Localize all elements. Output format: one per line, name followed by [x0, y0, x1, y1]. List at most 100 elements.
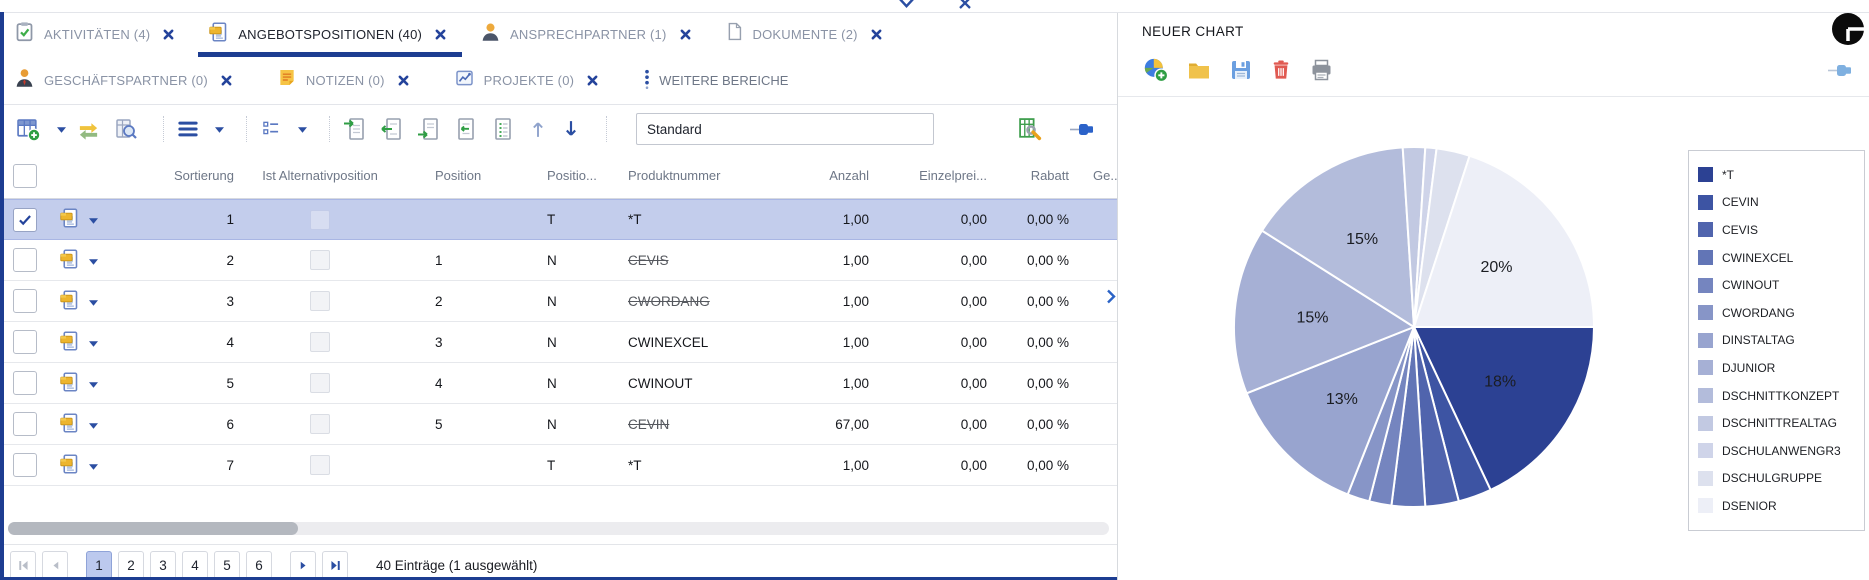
open-chart-icon[interactable] — [1186, 58, 1212, 82]
legend-item-cwinout[interactable]: CWINOUT — [1698, 271, 1855, 299]
row-checkbox[interactable] — [13, 412, 37, 436]
column-header-sortierung[interactable]: Sortierung — [132, 168, 240, 183]
table-row[interactable]: 65NCEVIN67,000,000,00 % — [0, 404, 1117, 445]
column-header-anzahl[interactable]: Anzahl — [800, 168, 875, 183]
more-areas-button[interactable]: WEITERE BEREICHE — [643, 68, 788, 93]
view-name-input[interactable] — [636, 113, 934, 145]
legend-item-dschnittrealtag[interactable]: DSCHNITTREALTAG — [1698, 409, 1855, 437]
tab-close-icon[interactable] — [680, 29, 691, 40]
tab-projekte-0[interactable]: PROJEKTE (0) — [454, 68, 599, 93]
menu-lines-icon[interactable] — [177, 120, 199, 138]
insert-position-into-icon[interactable] — [380, 117, 404, 141]
document-folder-icon[interactable] — [59, 453, 80, 478]
row-checkbox[interactable] — [13, 289, 37, 313]
page-button-2[interactable]: 2 — [118, 551, 144, 580]
tab-close-icon[interactable] — [587, 75, 598, 86]
column-header-einzelprei[interactable]: Einzelprei... — [875, 168, 993, 183]
tab-close-icon[interactable] — [163, 29, 174, 40]
tab-angebotspositionen-40[interactable]: ANGEBOTSPOSITIONEN (40) — [208, 21, 446, 48]
tab-dokumente-2[interactable]: DOKUMENTE (2) — [725, 21, 882, 47]
insert-position-after-icon[interactable] — [417, 117, 441, 141]
column-header-positio[interactable]: Positio... — [510, 168, 615, 183]
row-checkbox[interactable] — [13, 248, 37, 272]
alternativposition-checkbox[interactable] — [310, 455, 330, 475]
tab-ansprechpartner-1[interactable]: ANSPRECHPARTNER (1) — [480, 21, 690, 47]
caret-down-icon[interactable] — [89, 212, 98, 227]
legend-item-t[interactable]: *T — [1698, 161, 1855, 189]
table-row[interactable]: 1T*T1,000,000,00 % — [0, 199, 1117, 240]
sort-down-icon[interactable] — [561, 117, 581, 141]
new-chart-icon[interactable] — [1142, 56, 1169, 83]
save-chart-icon[interactable] — [1229, 58, 1253, 82]
legend-item-dinstaltag[interactable]: DINSTALTAG — [1698, 327, 1855, 355]
window-close-icon[interactable] — [958, 0, 972, 14]
alternativposition-checkbox[interactable] — [310, 414, 330, 434]
list-settings-icon[interactable] — [260, 119, 282, 139]
pin-light-icon[interactable] — [1827, 64, 1853, 82]
delete-chart-icon[interactable] — [1270, 57, 1292, 82]
legend-item-dsenior[interactable]: DSENIOR — [1698, 492, 1855, 520]
caret-down-icon[interactable] — [89, 376, 98, 391]
page-button-3[interactable]: 3 — [150, 551, 176, 580]
tab-notizen-0[interactable]: NOTIZEN (0) — [277, 67, 409, 93]
column-header-produktnummer[interactable]: Produktnummer — [615, 168, 800, 183]
row-checkbox[interactable] — [13, 208, 37, 232]
select-all-checkbox[interactable] — [13, 164, 37, 188]
table-row[interactable]: 7T*T1,000,000,00 % — [0, 445, 1117, 486]
document-folder-icon[interactable] — [59, 330, 80, 355]
pin-icon[interactable] — [1069, 123, 1095, 136]
alternativposition-checkbox[interactable] — [310, 332, 330, 352]
legend-item-cevis[interactable]: CEVIS — [1698, 216, 1855, 244]
caret-down-icon[interactable] — [89, 294, 98, 309]
tab-close-icon[interactable] — [871, 29, 882, 40]
remove-position-icon[interactable] — [454, 117, 478, 141]
collapse-chevron-icon[interactable] — [898, 0, 915, 14]
row-checkbox[interactable] — [13, 453, 37, 477]
table-settings-icon[interactable] — [1018, 117, 1043, 142]
legend-item-dschulanwengr3[interactable]: DSCHULANWENGR3 — [1698, 437, 1855, 465]
pager-next-button[interactable] — [290, 551, 316, 580]
transfer-icon[interactable] — [76, 118, 101, 141]
row-checkbox[interactable] — [13, 371, 37, 395]
alternativposition-checkbox[interactable] — [310, 373, 330, 393]
column-search-icon[interactable] — [114, 117, 138, 141]
document-folder-icon[interactable] — [59, 371, 80, 396]
legend-item-cevin[interactable]: CEVIN — [1698, 189, 1855, 217]
column-header-ge[interactable]: Ge... — [1075, 168, 1117, 183]
pager-last-button[interactable] — [322, 551, 348, 580]
document-folder-icon[interactable] — [59, 412, 80, 437]
expand-panel-chevron-icon[interactable] — [1106, 288, 1116, 310]
alternativposition-checkbox[interactable] — [310, 210, 330, 230]
add-table-icon[interactable] — [16, 117, 41, 142]
document-folder-icon[interactable] — [59, 207, 80, 232]
legend-item-cwinexcel[interactable]: CWINEXCEL — [1698, 244, 1855, 272]
caret-down-icon[interactable] — [89, 335, 98, 350]
alternativposition-checkbox[interactable] — [310, 291, 330, 311]
insert-position-before-icon[interactable] — [343, 117, 367, 141]
table-row[interactable]: 21NCEVIS1,000,000,00 % — [0, 240, 1117, 281]
tab-gesch-ftspartner-0[interactable]: GESCHÄFTSPARTNER (0) — [14, 67, 232, 93]
print-chart-icon[interactable] — [1309, 58, 1334, 82]
caret-down-icon[interactable] — [89, 458, 98, 473]
tab-close-icon[interactable] — [398, 75, 409, 86]
caret-down-icon[interactable] — [89, 253, 98, 268]
table-row[interactable]: 54NCWINOUT1,000,000,00 % — [0, 363, 1117, 404]
page-button-6[interactable]: 6 — [246, 551, 272, 580]
row-checkbox[interactable] — [13, 330, 37, 354]
table-row[interactable]: 43NCWINEXCEL1,000,000,00 % — [0, 322, 1117, 363]
document-folder-icon[interactable] — [59, 289, 80, 314]
horizontal-scrollbar[interactable] — [8, 522, 1109, 535]
document-folder-icon[interactable] — [59, 248, 80, 273]
position-list-icon[interactable] — [491, 117, 515, 141]
column-header-position[interactable]: Position — [400, 168, 510, 183]
scrollbar-thumb[interactable] — [8, 522, 298, 535]
tab-close-icon[interactable] — [221, 75, 232, 86]
page-button-5[interactable]: 5 — [214, 551, 240, 580]
legend-item-djunior[interactable]: DJUNIOR — [1698, 354, 1855, 382]
alternativposition-checkbox[interactable] — [310, 250, 330, 270]
page-button-4[interactable]: 4 — [182, 551, 208, 580]
caret-down-icon[interactable] — [215, 127, 224, 133]
tab-aktivit-ten-4[interactable]: AKTIVITÄTEN (4) — [14, 21, 174, 47]
legend-item-dschulgruppe[interactable]: DSCHULGRUPPE — [1698, 465, 1855, 493]
caret-down-icon[interactable] — [57, 127, 66, 133]
